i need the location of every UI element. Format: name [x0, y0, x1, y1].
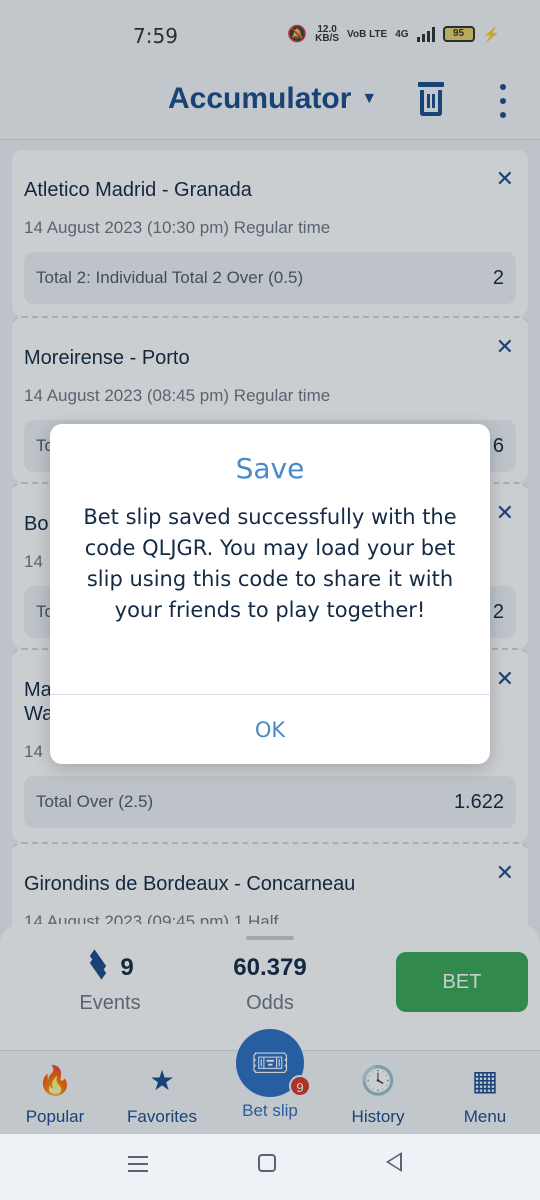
- recent-apps-icon[interactable]: [128, 1156, 148, 1172]
- back-icon[interactable]: [386, 1152, 402, 1172]
- system-nav-bar: [0, 1134, 540, 1200]
- ok-button[interactable]: OK: [50, 695, 490, 764]
- home-icon[interactable]: [258, 1154, 276, 1172]
- dialog-message: Bet slip saved successfully with the cod…: [83, 505, 457, 622]
- save-dialog: Save Bet slip saved successfully with th…: [50, 424, 490, 764]
- dialog-title: Save: [235, 452, 305, 485]
